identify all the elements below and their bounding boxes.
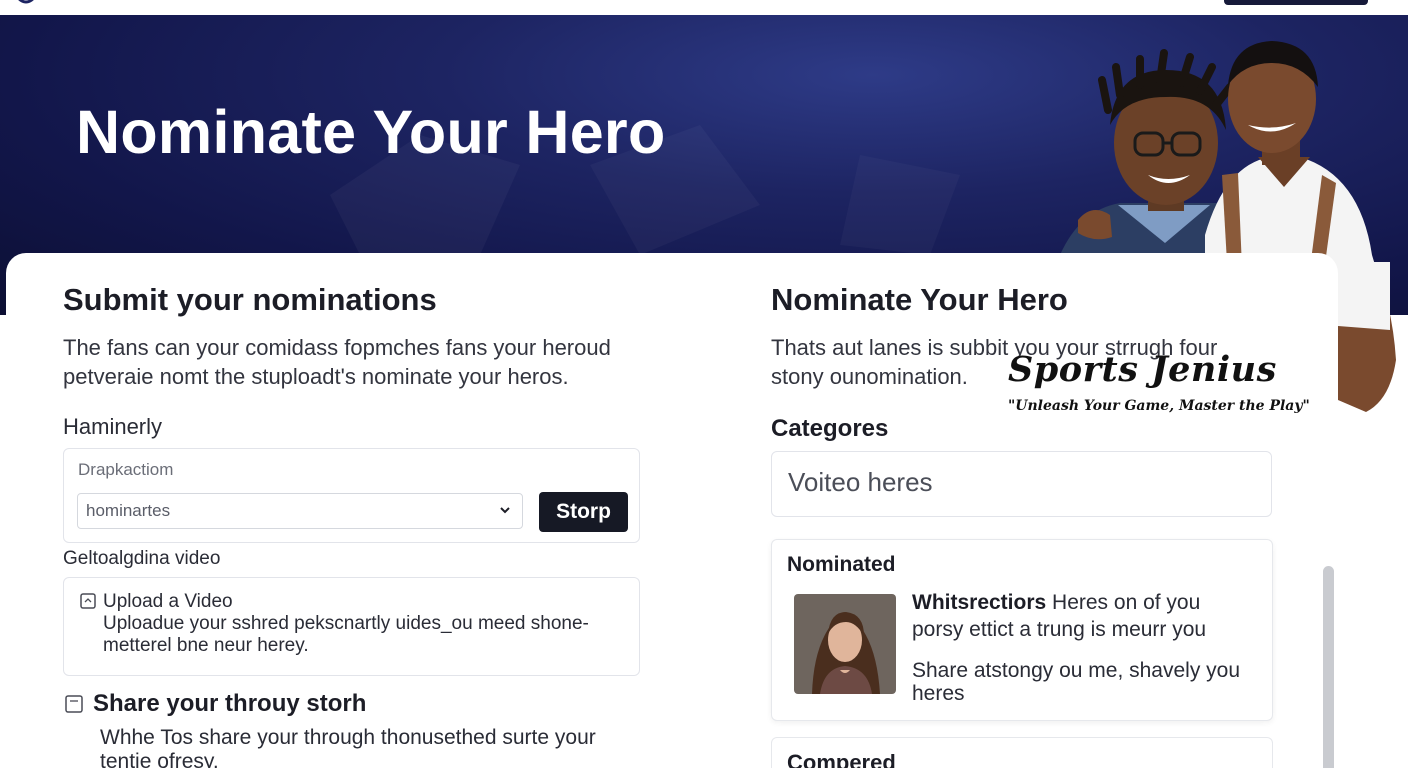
share-heading[interactable]: Share your throuy storh [93, 690, 366, 718]
share-icon [65, 695, 83, 713]
brand-tagline: "Unleash Your Game, Master the Play" [1008, 398, 1310, 414]
nominee-line-1-rest: Heres on of you [1046, 591, 1201, 614]
right-heading: Nominate Your Hero [771, 282, 1068, 317]
upload-title: Upload a Video [103, 591, 233, 612]
avatar [794, 594, 896, 694]
hero-title: Nominate Your Hero [76, 98, 666, 166]
category-select[interactable]: hominartes [77, 493, 523, 529]
categories-placeholder: Voiteo heres [788, 467, 933, 497]
upload-desc-line-2: metterel bne neur herey. [103, 635, 309, 656]
upload-desc-line-1: Uploadue your sshred pekscnartly uides_o… [103, 613, 589, 634]
logo-icon[interactable] [0, 0, 40, 5]
nominee-name: Whitsrectiors [912, 591, 1047, 614]
chevron-down-icon [500, 507, 510, 514]
left-intro-line-1: The fans can your comidass fopmches fans… [63, 335, 611, 360]
nominee-line-2: porsy ettict a trung is meurr you [912, 618, 1207, 641]
next-card-label: Compered [787, 750, 896, 768]
field-placeholder[interactable]: Drapkactiom [78, 460, 173, 480]
nominated-label: Nominated [787, 553, 896, 576]
categories-label: Categores [771, 415, 889, 442]
upload-icon [80, 593, 96, 609]
right-intro-line-2: stony ounomination. [771, 364, 968, 389]
nominee-line-1: Whitsrectiors Heres on of you [912, 591, 1200, 615]
share-desc-line-2: tentie ofresy. [100, 750, 219, 768]
nominee-line-3: Share atstongy ou me, shavely you [912, 659, 1241, 682]
nominee-line-4: heres [912, 682, 965, 705]
select-value: hominartes [86, 501, 171, 520]
field-label: Haminerly [63, 414, 163, 439]
top-bar [0, 0, 1408, 15]
scrollbar[interactable] [1323, 566, 1334, 768]
left-heading: Submit your nominations [63, 282, 437, 317]
left-intro-line-2: petveraie nomt the stuploadt's nominate … [63, 364, 569, 389]
categories-input[interactable]: Voiteo heres [771, 451, 1272, 517]
top-nav-button[interactable] [1224, 0, 1368, 5]
video-label: Geltoalgdina video [63, 548, 221, 569]
share-desc-line-1: Whhe Tos share your through thonusethed … [100, 726, 596, 749]
submit-button[interactable]: Storp [539, 492, 628, 532]
brand-name: Sports Jenius [1008, 349, 1277, 390]
